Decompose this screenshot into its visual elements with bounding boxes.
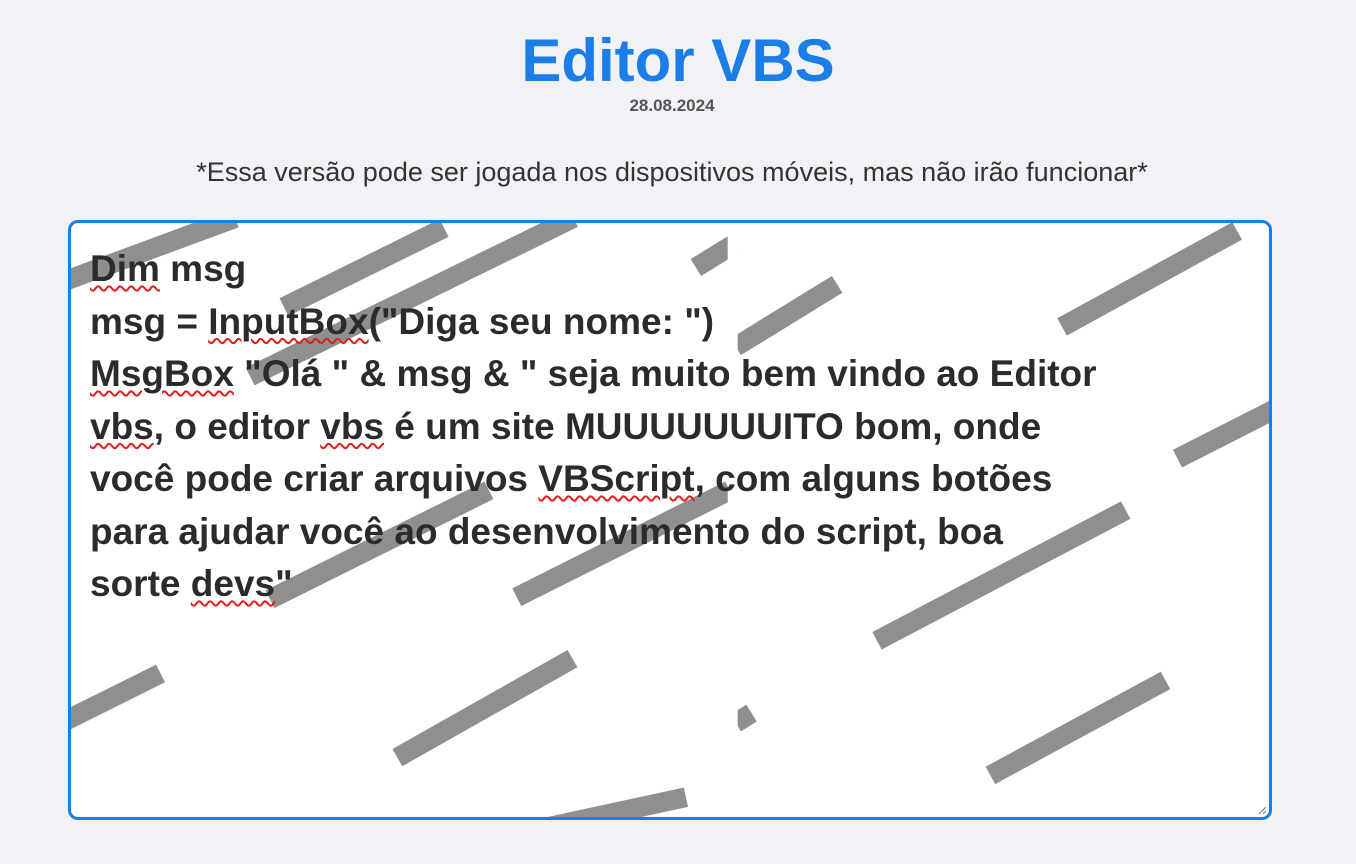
code-content[interactable]: Dim msg msg = InputBox("Diga seu nome: ")… <box>90 243 1260 611</box>
resize-handle-icon[interactable] <box>1257 805 1267 815</box>
misspelled-word: VBScript <box>538 458 695 499</box>
code-line: sorte devs" <box>90 558 1260 611</box>
misspelled-word: devs <box>190 563 276 604</box>
code-text: para ajudar você ao desenvolvimento do s… <box>90 510 1003 552</box>
code-text: msg <box>159 248 247 289</box>
misspelled-word: vbs <box>90 405 154 447</box>
code-text: msg = <box>90 300 209 342</box>
misspelled-word: MsgBox <box>90 353 234 394</box>
code-line: Dim msg <box>90 243 1260 296</box>
code-text: sorte <box>90 563 191 604</box>
misspelled-word: Dim <box>90 248 160 289</box>
code-line: MsgBox "Olá " & msg & " seja muito bem v… <box>90 348 1260 401</box>
code-text: é um site MUUUUUUUITO bom, onde <box>384 405 1042 447</box>
code-line: msg = InputBox("Diga seu nome: ") <box>90 296 1260 349</box>
mobile-notice: *Essa versão pode ser jogada nos disposi… <box>196 157 1148 187</box>
page-title: Editor VBS <box>521 27 835 94</box>
code-text: , com alguns botões <box>694 458 1053 499</box>
code-text: "Olá " & msg & " seja muito bem vindo ao… <box>233 353 1097 394</box>
date-label: 28.08.2024 <box>629 96 715 115</box>
misspelled-word: InputBox <box>208 300 369 342</box>
code-text: ("Diga seu nome: ") <box>368 300 715 342</box>
code-line: vbs, o editor vbs é um site MUUUUUUUITO … <box>90 401 1260 454</box>
misspelled-word: vbs <box>320 405 385 447</box>
code-text: " <box>275 563 293 604</box>
code-line: você pode criar arquivos VBScript, com a… <box>90 453 1260 506</box>
code-editor-textarea[interactable]: Dim msg msg = InputBox("Diga seu nome: ")… <box>68 220 1272 820</box>
code-text: você pode criar arquivos <box>90 458 539 499</box>
page: Editor VBS 28.08.2024 *Essa versão pode … <box>0 0 1356 864</box>
code-text: , o editor <box>153 405 321 447</box>
code-line: para ajudar você ao desenvolvimento do s… <box>90 506 1260 559</box>
